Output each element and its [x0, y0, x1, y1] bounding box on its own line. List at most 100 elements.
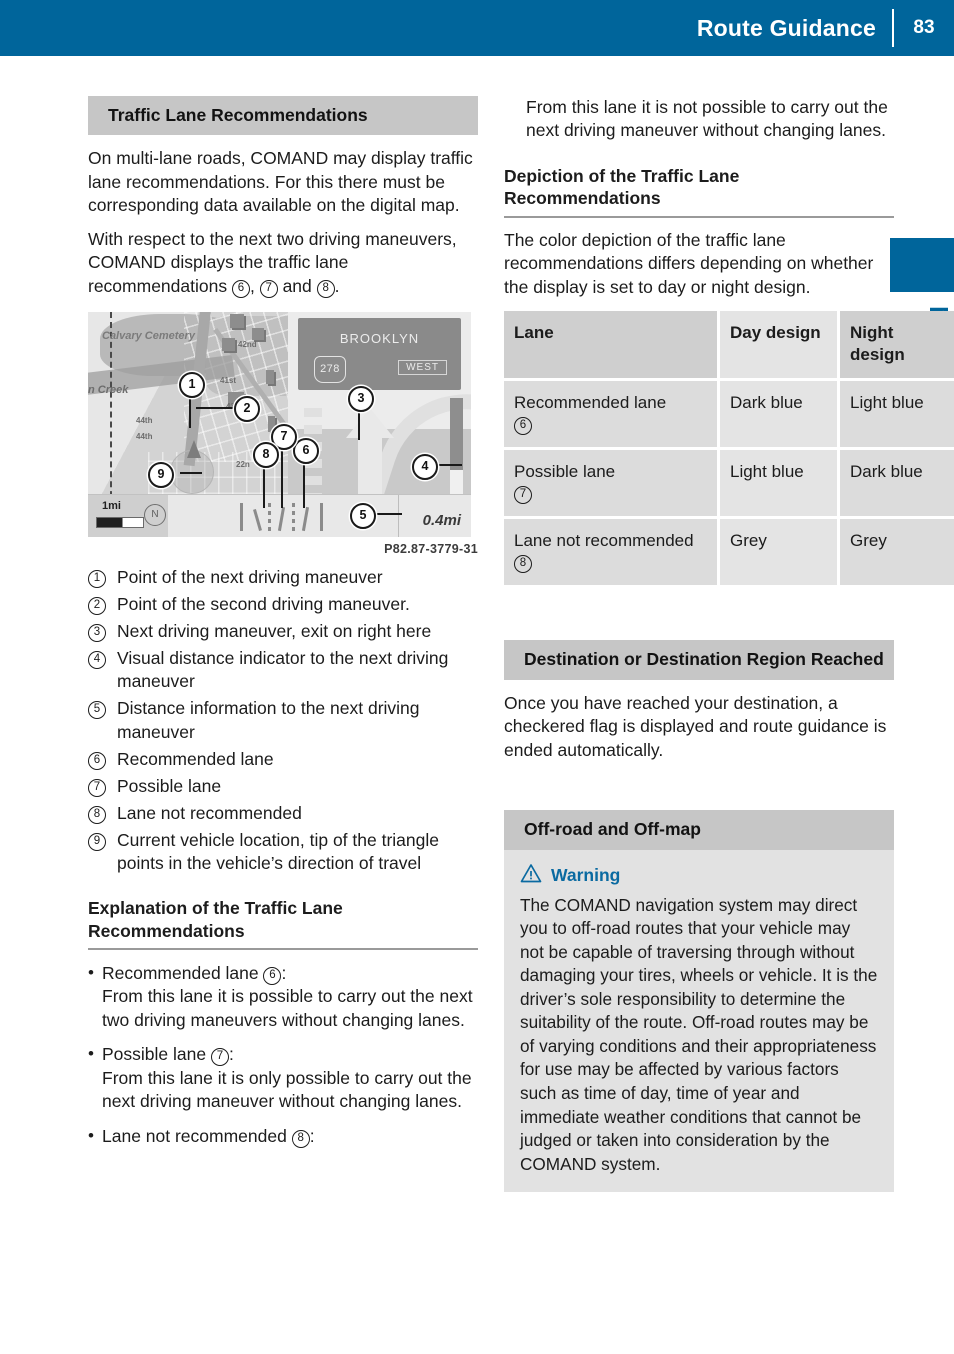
- legend-key: 1: [88, 566, 117, 589]
- legend-key: 3: [88, 620, 117, 643]
- left-column: Traffic Lane Recommendations On multi-la…: [88, 96, 478, 1159]
- callout-leader-2: [196, 407, 234, 409]
- legend-text: Current vehicle location, tip of the tri…: [117, 829, 439, 874]
- cell-night-design: Dark blue: [838, 448, 954, 520]
- bullet-content: Possible lane 7: From this lane it is onl…: [102, 1043, 478, 1113]
- legend-key: 8: [88, 802, 117, 824]
- bullet-colon: :: [309, 1125, 315, 1146]
- callout-leader-4: [434, 464, 462, 466]
- callout-leader-7: [281, 446, 283, 509]
- legend-text: Point of the next driving maneuver: [117, 567, 383, 588]
- legend-text: Visual distance indicator to the next dr…: [117, 648, 449, 692]
- legend-item: 3 Next driving maneuver, exit on right h…: [88, 620, 478, 643]
- legend-callout-4: 4: [88, 651, 106, 670]
- highway-sign: BROOKLYN 278 WEST: [298, 318, 461, 391]
- lane-marking-solid: [240, 503, 243, 532]
- page-number: 83: [913, 17, 935, 38]
- callout-5: 5: [350, 503, 376, 530]
- cell-lane: Lane not recommended 8: [504, 517, 720, 589]
- legend-key: 9: [88, 829, 117, 851]
- figure-navigation-display: Calvary Cemetery n Creek 44th 44th 22n 4…: [88, 312, 478, 556]
- bullet-content: Lane not recommended 8:: [102, 1125, 315, 1148]
- bullet-callout-6: 6: [263, 966, 282, 985]
- right-column: From this lane it is not possible to car…: [504, 96, 954, 1193]
- callout-2: 2: [234, 396, 260, 423]
- subheading-explanation: Explanation of the Traffic Lane Recommen…: [88, 897, 478, 950]
- cell-callout-8: 8: [514, 555, 532, 574]
- paragraph-next-two-maneuvers: With respect to the next two driving man…: [88, 228, 478, 298]
- highway-sign-direction: WEST: [398, 360, 447, 376]
- map-scale-box: 1mi N: [88, 495, 168, 538]
- lane-marking-curve: [253, 509, 262, 532]
- legend-item: 4 Visual distance indicator to the next …: [88, 647, 478, 693]
- callout-6: 6: [293, 438, 319, 465]
- bullet-callout-8: 8: [291, 1129, 310, 1148]
- map-building: [222, 338, 235, 352]
- map-building: [230, 314, 244, 329]
- paragraph-part-d: .: [334, 275, 340, 296]
- bullet-label: Recommended lane: [102, 962, 264, 983]
- legend-text: Next driving maneuver, exit on right her…: [117, 621, 432, 642]
- table-row: Possible lane 7 Light blue Dark blue: [504, 448, 954, 520]
- inline-callout-6: 6: [231, 279, 250, 298]
- bullet-description: From this lane it is only possible to ca…: [102, 1067, 472, 1112]
- paragraph-continued-from-left: From this lane it is not possible to car…: [526, 97, 888, 141]
- map-scale-label: 1mi: [102, 500, 121, 513]
- page-title: Route Guidance: [696, 14, 876, 41]
- subheading-depiction: Depiction of the Traffic Lane Recommenda…: [504, 165, 894, 218]
- warning-triangle-icon: [520, 863, 542, 888]
- cell-day-design: Dark blue: [718, 379, 840, 451]
- table-row: Lane not recommended 8 Grey Grey: [504, 517, 954, 589]
- callout-8: 8: [253, 442, 279, 469]
- callout-leader-3: [358, 408, 360, 441]
- bullet-description: From this lane it is possible to carry o…: [102, 986, 473, 1030]
- bullet-marker: •: [88, 1125, 94, 1145]
- cell-night-design: Light blue: [838, 379, 954, 451]
- warning-header: Warning: [520, 863, 878, 888]
- map-label-street-b: 44th: [136, 432, 153, 442]
- map-status-bar: 1mi N 0.4mi: [88, 494, 471, 538]
- lane-design-table: Lane Day design Night design Recommended…: [504, 310, 954, 589]
- lane-marking-dashed: [292, 503, 295, 532]
- map-label-creek: n Creek: [88, 384, 129, 397]
- cell-day-design: Light blue: [718, 448, 840, 520]
- maneuver-arrow-icon: [346, 408, 394, 439]
- explanation-bullet-list: • Recommended lane 6: From this lane it i…: [88, 962, 478, 1148]
- cell-lane-label: Lane not recommended: [514, 531, 694, 551]
- legend-item: 2 Point of the second driving maneuver.: [88, 593, 478, 616]
- legend-text: Recommended lane: [117, 748, 274, 769]
- legend-callout-8: 8: [88, 805, 106, 824]
- map-vehicle-triangle-icon: [187, 440, 201, 459]
- bullet-callout-7: 7: [210, 1048, 229, 1067]
- cell-lane: Recommended lane 6: [504, 379, 720, 451]
- distance-to-maneuver-readout: 0.4mi: [422, 512, 461, 530]
- table-header-row: Lane Day design Night design: [504, 310, 954, 382]
- inline-callout-7: 7: [259, 279, 278, 298]
- section-title-off-road: Off-road and Off-map: [504, 810, 894, 850]
- legend-key: 2: [88, 593, 117, 616]
- visual-distance-indicator: [450, 398, 463, 503]
- map-label-street-a: 44th: [136, 416, 153, 426]
- warning-text: The COMAND navigation system may direct …: [520, 894, 878, 1174]
- bullet-content: Recommended lane 6: From this lane it is …: [102, 962, 478, 1032]
- bullet-colon: :: [228, 1044, 234, 1065]
- map-label-street-e: 42nd: [238, 340, 257, 350]
- legend-callout-6: 6: [88, 751, 106, 770]
- bullet-colon: :: [281, 962, 287, 983]
- paragraph-multilane-roads: On multi-lane roads, COMAND may display …: [88, 148, 473, 216]
- legend-item: 1 Point of the next driving maneuver: [88, 566, 478, 589]
- map-building: [252, 328, 264, 341]
- paragraph-color-depiction: The color depiction of the traffic lane …: [504, 229, 874, 297]
- column-header-day-design: Day design: [718, 310, 840, 382]
- callout-leader-8: [263, 464, 265, 509]
- lane-marking-dashed: [268, 503, 271, 532]
- legend-callout-7: 7: [88, 778, 106, 797]
- section-title-destination-reached: Destination or Destination Region Reache…: [504, 640, 894, 680]
- bullet-marker: •: [88, 1044, 94, 1064]
- paragraph-part-b: ,: [249, 275, 260, 296]
- interstate-shield-icon: 278: [314, 356, 346, 384]
- figure-legend-list: 1 Point of the next driving maneuver 2 P…: [88, 566, 478, 875]
- map-label-street-d: 41st: [220, 376, 237, 386]
- bullet-label: Possible lane: [102, 1044, 211, 1065]
- legend-item: 8 Lane not recommended: [88, 802, 478, 825]
